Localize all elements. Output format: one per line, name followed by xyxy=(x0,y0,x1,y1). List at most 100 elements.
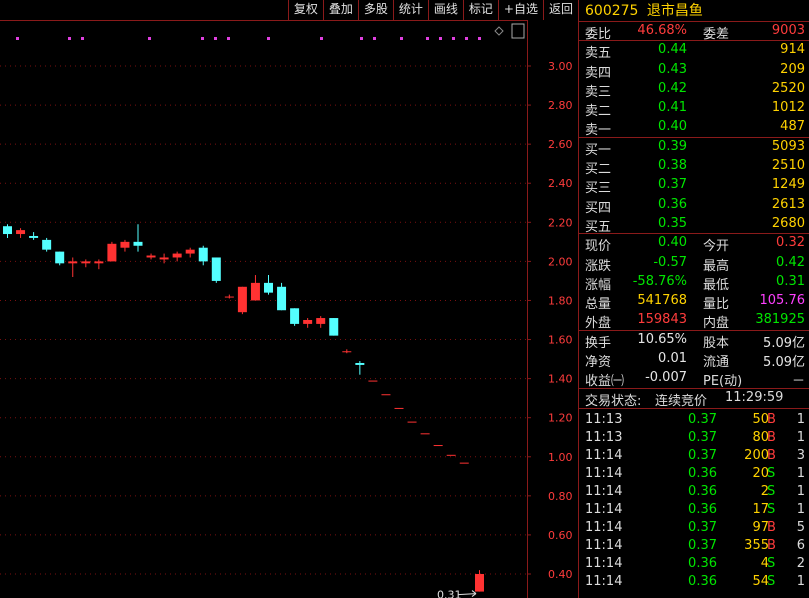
bid-level-label: 买五 xyxy=(585,219,612,235)
bid-level-row[interactable]: 买五 0.35 2680 xyxy=(579,215,809,235)
candle-up xyxy=(446,454,456,456)
tick-side: S xyxy=(767,465,776,481)
candle-up xyxy=(16,230,26,235)
candle-up xyxy=(407,421,417,423)
ask-level-row[interactable]: 卖三 0.42 2520 xyxy=(579,80,809,100)
toolbar-draw-line-button[interactable]: 画线 xyxy=(427,0,463,20)
bid-level-volume: 1249 xyxy=(771,177,805,193)
tick-row[interactable]: 11:13 0.37 80 B 1 xyxy=(579,429,809,447)
y-tick-label: 0.40 xyxy=(548,568,573,581)
quote-label: 外盘 xyxy=(585,316,612,332)
tick-row[interactable]: 11:14 0.36 2 S 1 xyxy=(579,483,809,501)
toolbar-multi-stock-button[interactable]: 多股 xyxy=(357,0,393,20)
ask-level-row[interactable]: 卖四 0.43 209 xyxy=(579,61,809,81)
candle-up xyxy=(185,249,195,254)
tick-side: B xyxy=(767,411,776,427)
candle-up xyxy=(107,243,117,262)
candle-down xyxy=(211,257,221,281)
quote-panel: 600275 退市昌鱼 委比 46.68% 委差 9003 卖五 0.44 914 卖… xyxy=(578,0,809,598)
kline-chart[interactable]: 3.00 2.80 2.60 2.40 2.20 2.00 1.80 1.60 1.40 1.20… xyxy=(0,0,578,598)
event-marker xyxy=(478,37,481,40)
ask-level-price: 0.41 xyxy=(658,100,687,116)
tick-row[interactable]: 11:13 0.37 50 B 1 xyxy=(579,411,809,429)
candle-up xyxy=(459,462,469,464)
event-marker xyxy=(68,37,71,40)
tick-price: 0.37 xyxy=(688,429,717,445)
toolbar-overlay-button[interactable]: 叠加 xyxy=(322,0,358,20)
candle-up xyxy=(237,286,247,313)
low-price-label: 0.31 xyxy=(437,589,462,598)
tick-list[interactable]: 11:13 0.37 50 B 1 11:13 0.37 80 B 1 11:14 0.37 200 B 3… xyxy=(579,409,809,591)
tick-time: 11:14 xyxy=(585,447,623,463)
chart-diamond-icon xyxy=(494,26,504,36)
tick-price: 0.37 xyxy=(688,537,717,553)
bid-level-row[interactable]: 买二 0.38 2510 xyxy=(579,157,809,177)
event-marker xyxy=(201,37,204,40)
ask-level-volume: 209 xyxy=(780,61,805,77)
event-marker xyxy=(148,37,151,40)
tick-row[interactable]: 11:14 0.36 20 S 1 xyxy=(579,465,809,483)
bid-level-row[interactable]: 买三 0.37 1249 xyxy=(579,176,809,197)
tick-count: 6 xyxy=(796,537,805,553)
quote-row: 总量 541768 量比 105.76 xyxy=(579,292,809,312)
toolbar-fuquan-button[interactable]: 复权 xyxy=(287,0,323,20)
event-marker xyxy=(426,37,429,40)
tick-side: S xyxy=(767,501,776,517)
candle-up xyxy=(224,296,234,298)
y-tick-label: 1.60 xyxy=(548,334,573,347)
tick-price: 0.36 xyxy=(688,555,717,571)
tick-row[interactable]: 11:14 0.36 54 S 1 xyxy=(579,573,809,591)
bid-level-volume: 2680 xyxy=(771,215,805,231)
toolbar-mark-button[interactable]: 标记 xyxy=(462,0,498,20)
y-tick-label: 2.80 xyxy=(548,99,573,112)
ask-level-row[interactable]: 卖一 0.40 487 xyxy=(579,118,809,138)
fundamental-label: 流通 xyxy=(703,355,730,371)
candle-up xyxy=(433,445,443,447)
bid-level-row[interactable]: 买四 0.36 2613 xyxy=(579,196,809,216)
tick-time: 11:14 xyxy=(585,519,623,535)
tick-row[interactable]: 11:14 0.37 355 B 6 xyxy=(579,537,809,555)
tick-count: 1 xyxy=(796,573,805,589)
tick-count: 1 xyxy=(796,501,805,517)
tick-price: 0.37 xyxy=(688,447,717,463)
fundamental-label: 股本 xyxy=(703,335,730,351)
toolbar-back-button[interactable]: 返回 xyxy=(542,0,578,20)
tick-row[interactable]: 11:14 0.36 4 S 2 xyxy=(579,555,809,573)
ask-level-row[interactable]: 卖二 0.41 1012 xyxy=(579,99,809,119)
tick-row[interactable]: 11:14 0.37 97 B 5 xyxy=(579,519,809,537)
y-tick-label: 1.20 xyxy=(548,412,573,425)
kline-chart-area[interactable]: 3.00 2.80 2.60 2.40 2.20 2.00 1.80 1.60 1.40 1.20… xyxy=(0,0,578,598)
candle-up xyxy=(146,255,156,258)
ask-level-row[interactable]: 卖五 0.44 914 xyxy=(579,41,809,62)
tick-row[interactable]: 11:14 0.36 17 S 1 xyxy=(579,501,809,519)
toolbar-stats-button[interactable]: 统计 xyxy=(392,0,428,20)
tick-volume: 200 xyxy=(744,447,769,463)
trade-status-label: 交易状态: xyxy=(585,393,642,409)
ask-level-volume: 1012 xyxy=(771,100,805,116)
quote-label: 最高 xyxy=(703,258,730,274)
event-marker xyxy=(400,37,403,40)
candle-down xyxy=(198,247,208,262)
event-marker xyxy=(465,37,468,40)
y-tick-label: 1.80 xyxy=(548,294,573,307)
toolbar-add-favorite-button[interactable]: +自选 xyxy=(497,0,543,20)
bid-level-label: 买三 xyxy=(585,181,612,197)
tick-volume: 355 xyxy=(744,537,769,553)
bid-level-volume: 2510 xyxy=(771,158,805,174)
quote-value: 381925 xyxy=(755,312,805,328)
y-tick-label: 3.00 xyxy=(548,60,573,73)
event-marker xyxy=(360,37,363,40)
ask-level-price: 0.44 xyxy=(658,42,687,58)
tick-price: 0.36 xyxy=(688,501,717,517)
bid-level-price: 0.35 xyxy=(658,215,687,231)
quote-value: 105.76 xyxy=(759,293,806,309)
bid-level-price: 0.36 xyxy=(658,196,687,212)
quote-value: -0.57 xyxy=(653,254,687,270)
event-marker xyxy=(439,37,442,40)
ask-level-volume: 2520 xyxy=(771,80,805,96)
ask-level-label: 卖五 xyxy=(585,46,612,62)
quote-label: 今开 xyxy=(703,239,730,255)
bid-level-row[interactable]: 买一 0.39 5093 xyxy=(579,138,809,158)
ask-level-volume: 914 xyxy=(780,42,805,58)
tick-row[interactable]: 11:14 0.37 200 B 3 xyxy=(579,447,809,465)
